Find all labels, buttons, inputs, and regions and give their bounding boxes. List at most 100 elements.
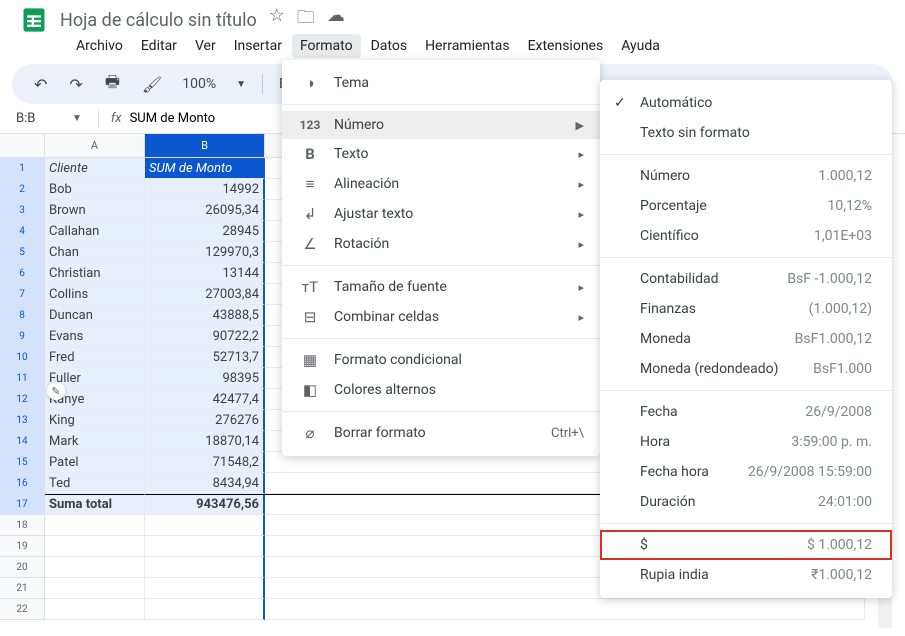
- cell[interactable]: 52713,7: [145, 347, 265, 368]
- format-borrar[interactable]: ⌀Borrar formatoCtrl+\: [282, 418, 600, 448]
- menu-ver[interactable]: Ver: [187, 34, 224, 58]
- row-header[interactable]: 17: [0, 494, 45, 515]
- cell[interactable]: Cliente: [45, 158, 145, 179]
- row-header[interactable]: 11: [0, 368, 45, 389]
- cell[interactable]: 26095,34: [145, 200, 265, 221]
- format-rotacion[interactable]: ∠Rotación▸: [282, 229, 600, 259]
- row-header[interactable]: 15: [0, 452, 45, 473]
- cell[interactable]: [145, 599, 265, 620]
- sheets-logo[interactable]: [16, 2, 52, 38]
- cell[interactable]: 98395: [145, 368, 265, 389]
- menu-archivo[interactable]: Archivo: [68, 34, 131, 58]
- format-tamano[interactable]: тTTamaño de fuente▸: [282, 272, 600, 302]
- numfmt-finanzas[interactable]: Finanzas(1.000,12): [600, 294, 892, 324]
- zoom-arrow-icon[interactable]: ▼: [230, 75, 252, 94]
- redo-icon[interactable]: ↷: [63, 71, 88, 98]
- cell[interactable]: SUM de Monto: [145, 158, 265, 179]
- name-box-arrow-icon[interactable]: ▼: [72, 113, 82, 124]
- row-header[interactable]: 16: [0, 473, 45, 494]
- cell[interactable]: [45, 536, 145, 557]
- menu-ayuda[interactable]: Ayuda: [613, 34, 668, 58]
- select-all-corner[interactable]: [0, 134, 45, 158]
- star-icon[interactable]: ☆: [269, 5, 285, 35]
- row-header[interactable]: 8: [0, 305, 45, 326]
- cell[interactable]: Mark: [45, 431, 145, 452]
- format-numero[interactable]: 123Número▶: [282, 111, 600, 139]
- format-ajustar[interactable]: ↲Ajustar texto▸: [282, 199, 600, 229]
- cell[interactable]: Bob: [45, 179, 145, 200]
- cell[interactable]: [45, 599, 145, 620]
- print-icon[interactable]: 🖶: [99, 67, 126, 102]
- cell[interactable]: 43888,5: [145, 305, 265, 326]
- cell[interactable]: 27003,84: [145, 284, 265, 305]
- name-box[interactable]: [12, 109, 72, 128]
- cell[interactable]: 71548,2: [145, 452, 265, 473]
- numfmt-numero[interactable]: Número1.000,12: [600, 161, 892, 191]
- format-combinar[interactable]: ⊟Combinar celdas▸: [282, 302, 600, 332]
- cell[interactable]: [45, 557, 145, 578]
- numfmt-rupia[interactable]: Rupia india₹1.000,12: [600, 560, 892, 590]
- row-header[interactable]: 3: [0, 200, 45, 221]
- menu-insertar[interactable]: Insertar: [226, 34, 290, 58]
- cell[interactable]: 13144: [145, 263, 265, 284]
- cell[interactable]: [45, 515, 145, 536]
- row-header[interactable]: 9: [0, 326, 45, 347]
- row-header[interactable]: 22: [0, 599, 45, 620]
- cell[interactable]: Fred: [45, 347, 145, 368]
- format-tema[interactable]: ◑Tema: [282, 68, 600, 98]
- menu-extensiones[interactable]: Extensiones: [520, 34, 612, 58]
- move-icon[interactable]: 🗀: [297, 5, 315, 35]
- document-title[interactable]: Hoja de cálculo sin título: [60, 10, 257, 31]
- menu-formato[interactable]: Formato: [292, 34, 361, 58]
- cell[interactable]: [145, 557, 265, 578]
- row-header[interactable]: 13: [0, 410, 45, 431]
- cell[interactable]: Callahan: [45, 221, 145, 242]
- row-header[interactable]: 18: [0, 515, 45, 536]
- cell[interactable]: 18870,14: [145, 431, 265, 452]
- numfmt-moneda-redondeado[interactable]: Moneda (redondeado)BsF1.000: [600, 354, 892, 384]
- numfmt-porcentaje[interactable]: Porcentaje10,12%: [600, 191, 892, 221]
- numfmt-fecha-hora[interactable]: Fecha hora26/9/2008 15:59:00: [600, 457, 892, 487]
- numfmt-dolar[interactable]: $$ 1.000,12: [600, 530, 892, 560]
- cell[interactable]: Duncan: [45, 305, 145, 326]
- cell[interactable]: [45, 578, 145, 599]
- cell[interactable]: Christian: [45, 263, 145, 284]
- cell[interactable]: Patel: [45, 452, 145, 473]
- numfmt-fecha[interactable]: Fecha26/9/2008: [600, 397, 892, 427]
- format-texto[interactable]: BTexto▸: [282, 139, 600, 169]
- cloud-icon[interactable]: ☁: [327, 5, 345, 35]
- row-header[interactable]: 19: [0, 536, 45, 557]
- undo-icon[interactable]: ↶: [28, 71, 53, 98]
- cell[interactable]: [265, 599, 865, 620]
- format-alineacion[interactable]: ≡Alineación▸: [282, 169, 600, 199]
- format-colores[interactable]: ◧Colores alternos: [282, 375, 600, 405]
- row-header[interactable]: 7: [0, 284, 45, 305]
- row-header[interactable]: 1: [0, 158, 45, 179]
- row-header[interactable]: 10: [0, 347, 45, 368]
- row-header[interactable]: 4: [0, 221, 45, 242]
- cell[interactable]: King: [45, 410, 145, 431]
- edit-pivot-icon[interactable]: ✎: [47, 382, 65, 400]
- row-header[interactable]: 14: [0, 431, 45, 452]
- numfmt-duracion[interactable]: Duración24:01:00: [600, 487, 892, 517]
- numfmt-texto-sin-formato[interactable]: Texto sin formato: [600, 118, 892, 148]
- menu-editar[interactable]: Editar: [133, 34, 185, 58]
- col-header-a[interactable]: A: [45, 134, 145, 158]
- cell[interactable]: 8434,94: [145, 473, 265, 494]
- numfmt-cientifico[interactable]: Científico1,01E+03: [600, 221, 892, 251]
- cell[interactable]: Evans: [45, 326, 145, 347]
- numfmt-contabilidad[interactable]: ContabilidadBsF -1.000,12: [600, 264, 892, 294]
- menu-datos[interactable]: Datos: [363, 34, 415, 58]
- cell[interactable]: Chan: [45, 242, 145, 263]
- row-header[interactable]: 6: [0, 263, 45, 284]
- row-header[interactable]: 12: [0, 389, 45, 410]
- numfmt-automatico[interactable]: ✓Automático: [600, 88, 892, 118]
- cell[interactable]: 28945: [145, 221, 265, 242]
- menu-herramientas[interactable]: Herramientas: [417, 34, 518, 58]
- cell[interactable]: Brown: [45, 200, 145, 221]
- cell[interactable]: 943476,56: [145, 494, 265, 515]
- cell[interactable]: 276276: [145, 410, 265, 431]
- cell[interactable]: 14992: [145, 179, 265, 200]
- cell[interactable]: [145, 578, 265, 599]
- cell[interactable]: [145, 536, 265, 557]
